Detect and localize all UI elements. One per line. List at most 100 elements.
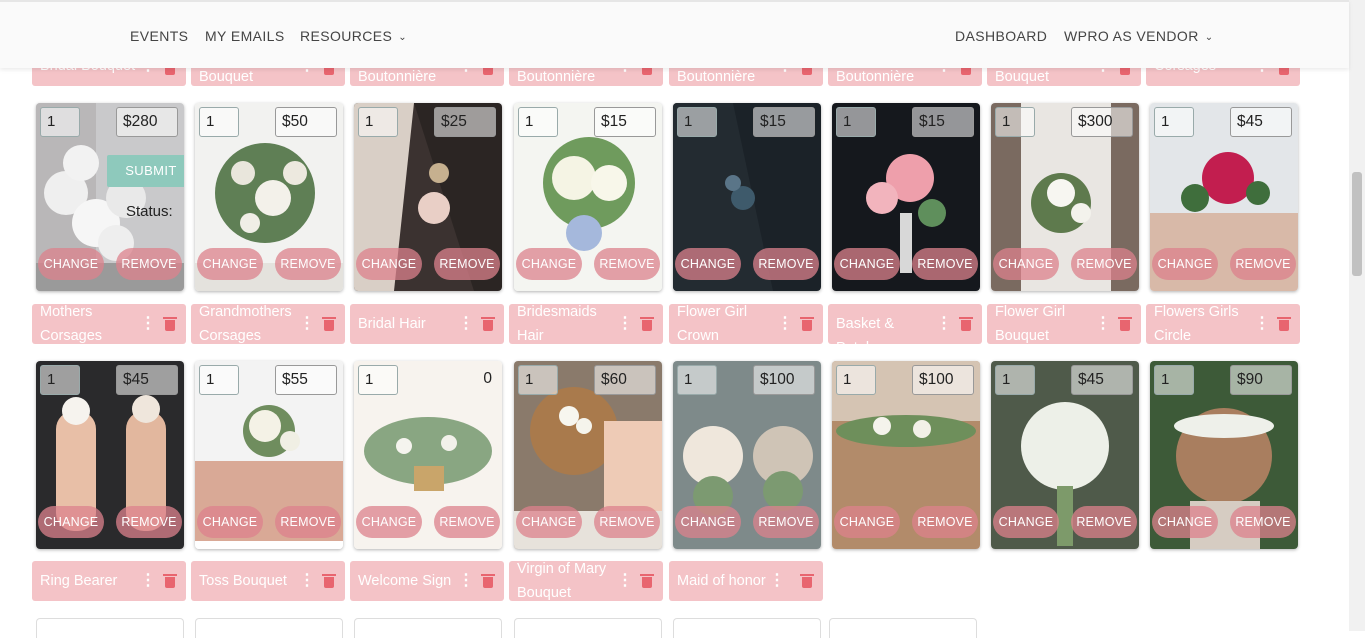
product-card[interactable]: 1 $15 CHANGE REMOVE (514, 103, 662, 291)
price-field[interactable]: $55 (275, 365, 337, 395)
product-card[interactable] (673, 618, 821, 638)
more-icon[interactable]: ⋮ (299, 573, 315, 589)
remove-button[interactable]: REMOVE (1230, 248, 1296, 280)
change-button[interactable]: CHANGE (197, 506, 263, 538)
product-card[interactable]: 1 $90 CHANGE REMOVE (1150, 361, 1298, 549)
remove-button[interactable]: REMOVE (434, 506, 500, 538)
trash-icon[interactable] (1118, 317, 1132, 331)
price-field[interactable]: $45 (116, 365, 178, 395)
remove-button[interactable]: REMOVE (753, 506, 819, 538)
price-field[interactable]: $280 (116, 107, 178, 137)
product-card[interactable]: 1 $50 CHANGE REMOVE (195, 103, 343, 291)
product-card[interactable] (354, 618, 502, 638)
product-card[interactable]: 1 $45 CHANGE REMOVE (1150, 103, 1298, 291)
product-card[interactable]: 1 $60 CHANGE REMOVE (514, 361, 662, 549)
remove-button[interactable]: REMOVE (1071, 248, 1137, 280)
trash-icon[interactable] (959, 317, 973, 331)
trash-icon[interactable] (322, 574, 336, 588)
quantity-input[interactable]: 1 (677, 107, 717, 137)
product-card[interactable]: 1 $15 CHANGE REMOVE (832, 103, 980, 291)
scrollbar-track[interactable] (1349, 0, 1365, 631)
change-button[interactable]: CHANGE (1152, 506, 1218, 538)
more-icon[interactable]: ⋮ (1254, 316, 1270, 332)
more-icon[interactable]: ⋮ (458, 316, 474, 332)
change-button[interactable]: CHANGE (38, 248, 104, 280)
product-card[interactable]: 1 $15 CHANGE REMOVE (673, 103, 821, 291)
remove-button[interactable]: REMOVE (116, 506, 182, 538)
change-button[interactable]: CHANGE (834, 248, 900, 280)
nav-wpro-vendor[interactable]: WPRO AS VENDOR ⌄ (1064, 28, 1214, 44)
change-button[interactable]: CHANGE (993, 506, 1059, 538)
quantity-input[interactable]: 1 (995, 107, 1035, 137)
more-icon[interactable]: ⋮ (936, 316, 952, 332)
product-card[interactable]: 1 $300 CHANGE REMOVE (991, 103, 1139, 291)
trash-icon[interactable] (640, 574, 654, 588)
change-button[interactable]: CHANGE (38, 506, 104, 538)
trash-icon[interactable] (800, 317, 814, 331)
remove-button[interactable]: REMOVE (275, 506, 341, 538)
trash-icon[interactable] (640, 317, 654, 331)
remove-button[interactable]: REMOVE (753, 248, 819, 280)
price-field[interactable]: $60 (594, 365, 656, 395)
change-button[interactable]: CHANGE (675, 248, 741, 280)
more-icon[interactable]: ⋮ (140, 573, 156, 589)
nav-resources[interactable]: RESOURCES ⌄ (300, 28, 407, 44)
product-card[interactable]: 1 $100 CHANGE REMOVE (832, 361, 980, 549)
price-field[interactable]: $15 (753, 107, 815, 137)
change-button[interactable]: CHANGE (675, 506, 741, 538)
nav-my-emails[interactable]: MY EMAILS (205, 28, 285, 44)
change-button[interactable]: CHANGE (516, 248, 582, 280)
product-card[interactable]: 1 $45 CHANGE REMOVE (36, 361, 184, 549)
product-card[interactable] (829, 618, 977, 638)
price-field[interactable]: 0 (456, 365, 496, 395)
more-icon[interactable]: ⋮ (458, 573, 474, 589)
quantity-input[interactable]: 1 (1154, 365, 1194, 395)
trash-icon[interactable] (1277, 317, 1291, 331)
change-button[interactable]: CHANGE (993, 248, 1059, 280)
quantity-input[interactable]: 1 (995, 365, 1035, 395)
change-button[interactable]: CHANGE (1152, 248, 1218, 280)
remove-button[interactable]: REMOVE (594, 506, 660, 538)
nav-events[interactable]: EVENTS (130, 28, 188, 44)
quantity-input[interactable]: 1 (199, 365, 239, 395)
change-button[interactable]: CHANGE (197, 248, 263, 280)
price-field[interactable]: $45 (1230, 107, 1292, 137)
remove-button[interactable]: REMOVE (1230, 506, 1296, 538)
more-icon[interactable]: ⋮ (299, 316, 315, 332)
quantity-input[interactable]: 1 (518, 365, 558, 395)
remove-button[interactable]: REMOVE (275, 248, 341, 280)
quantity-input[interactable]: 1 (358, 107, 398, 137)
product-card[interactable]: 1 $25 CHANGE REMOVE (354, 103, 502, 291)
nav-dashboard[interactable]: DASHBOARD (955, 28, 1047, 44)
more-icon[interactable]: ⋮ (769, 573, 785, 589)
remove-button[interactable]: REMOVE (912, 248, 978, 280)
price-field[interactable]: $300 (1071, 107, 1133, 137)
price-field[interactable]: $100 (912, 365, 974, 395)
product-card[interactable]: 1 $55 CHANGE REMOVE (195, 361, 343, 549)
product-card[interactable] (195, 618, 343, 638)
price-field[interactable]: $45 (1071, 365, 1133, 395)
price-field[interactable]: $90 (1230, 365, 1292, 395)
more-icon[interactable]: ⋮ (777, 316, 793, 332)
trash-icon[interactable] (481, 574, 495, 588)
remove-button[interactable]: REMOVE (1071, 506, 1137, 538)
trash-icon[interactable] (163, 317, 177, 331)
product-card[interactable] (514, 618, 662, 638)
scrollbar-thumb[interactable] (1352, 172, 1362, 276)
more-icon[interactable]: ⋮ (140, 316, 156, 332)
quantity-input[interactable]: 1 (836, 107, 876, 137)
submit-button[interactable]: SUBMIT (107, 155, 184, 187)
remove-button[interactable]: REMOVE (434, 248, 500, 280)
change-button[interactable]: CHANGE (356, 248, 422, 280)
remove-button[interactable]: REMOVE (594, 248, 660, 280)
quantity-input[interactable]: 1 (199, 107, 239, 137)
product-card[interactable]: 1 $100 CHANGE REMOVE (673, 361, 821, 549)
quantity-input[interactable]: 1 (358, 365, 398, 395)
quantity-input[interactable]: 1 (40, 107, 80, 137)
remove-button[interactable]: REMOVE (912, 506, 978, 538)
trash-icon[interactable] (322, 317, 336, 331)
change-button[interactable]: CHANGE (834, 506, 900, 538)
price-field[interactable]: $100 (753, 365, 815, 395)
price-field[interactable]: $15 (912, 107, 974, 137)
price-field[interactable]: $25 (434, 107, 496, 137)
